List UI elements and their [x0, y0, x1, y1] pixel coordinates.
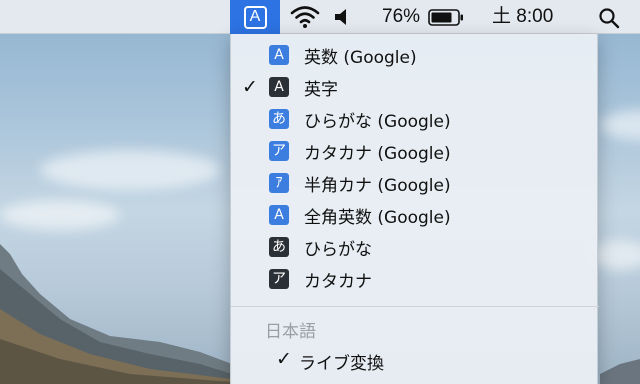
input-source-katakana-icon: ア — [269, 269, 289, 289]
checkmark-icon: ✓ — [242, 76, 258, 98]
volume-icon[interactable] — [334, 7, 352, 27]
section-header-japanese: 日本語 — [265, 322, 316, 342]
input-source-A-icon: A — [269, 77, 289, 97]
menu-item-label: カタカナ (Google) — [304, 143, 451, 164]
input-source-hiragana-icon: あ — [269, 237, 289, 257]
menu-separator — [231, 306, 599, 307]
menu-item-label: 全角英数 (Google) — [304, 207, 451, 228]
spotlight-icon[interactable] — [598, 7, 620, 29]
menu-item-katakana-google[interactable]: ア カタカナ (Google) — [231, 135, 599, 167]
clock[interactable]: 土 8:00 — [492, 0, 553, 34]
menu-item-label: ライブ変換 — [299, 354, 384, 374]
input-source-icon: A — [243, 5, 267, 29]
menu-item-hiragana-google[interactable]: あ ひらがな (Google) — [231, 103, 599, 135]
menu-bar: A 76% 土 8:00 — [0, 0, 640, 34]
input-source-menu-button[interactable]: A — [230, 0, 280, 34]
input-source-A-icon: A — [269, 45, 289, 65]
menu-item-label: 半角カナ (Google) — [304, 175, 451, 196]
menu-item-label: カタカナ — [304, 271, 372, 292]
menu-item-label: 英字 — [304, 79, 338, 100]
input-source-hiragana-icon: あ — [269, 109, 289, 129]
input-source-katakana-icon: ア — [269, 141, 289, 161]
menu-item-eisu-google[interactable]: A 英数 (Google) — [231, 39, 599, 71]
menu-item-label: ひらがな — [304, 239, 372, 260]
menu-item-eiji[interactable]: ✓ A 英字 — [231, 71, 599, 103]
checkmark-icon: ✓ — [276, 348, 292, 370]
cloud — [600, 110, 640, 140]
input-source-halfwidth-katakana-icon: ｱ — [269, 173, 289, 193]
input-source-dropdown: A 英数 (Google) ✓ A 英字 あ ひらがな (Google) ア カ… — [230, 34, 599, 384]
menu-item-hiragana[interactable]: あ ひらがな — [231, 231, 599, 263]
menu-item-label: ひらがな (Google) — [304, 111, 451, 132]
menu-item-katakana[interactable]: ア カタカナ — [231, 263, 599, 295]
menu-item-hankaku-kana-google[interactable]: ｱ 半角カナ (Google) — [231, 167, 599, 199]
battery-percentage[interactable]: 76% — [382, 0, 420, 34]
menu-item-label: 英数 (Google) — [304, 47, 417, 68]
input-source-A-icon: A — [269, 205, 289, 225]
wifi-icon[interactable] — [290, 5, 320, 29]
battery-icon[interactable] — [428, 9, 464, 26]
menu-item-zenkaku-eisu-google[interactable]: A 全角英数 (Google) — [231, 199, 599, 231]
cloud — [40, 150, 220, 190]
menu-item-live-conversion[interactable]: ✓ ライブ変換 — [231, 344, 599, 376]
